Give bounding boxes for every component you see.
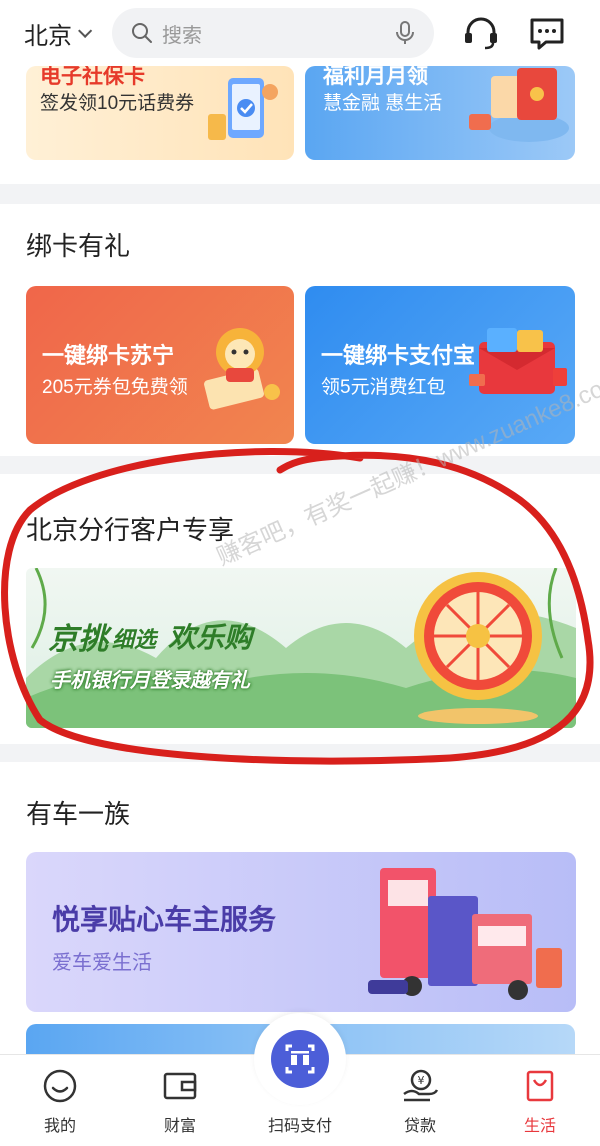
wallet-icon [160,1066,200,1106]
lion-mascot-icon [204,328,280,410]
search-bar[interactable]: 搜索 [112,8,434,58]
city-label: 北京 [24,22,72,50]
banner-title: 悦享贴心车主服务 [52,904,277,935]
tab-label: 生活 [523,1118,556,1135]
bind-suning-card[interactable]: 一键绑卡苏宁 205元券包免费领 [26,286,294,444]
tab-scan-pay[interactable]: 扫码支付 [240,1013,360,1146]
top-banner-section: 电子社保卡 签发领10元话费券 福利月月领 慧金融 惠生活 [0,66,600,184]
message-icon[interactable] [528,14,566,52]
svg-text:¥: ¥ [418,1074,425,1087]
social-security-card-banner[interactable]: 电子社保卡 签发领10元话费券 [26,66,294,160]
search-icon [132,23,152,43]
tab-label: 我的 [43,1118,76,1135]
red-envelope-illustration-icon [469,328,567,394]
bottom-tab-bar: 我的 财富 扫码支付 ¥ 贷款 生活 [0,1013,600,1146]
tab-label: 贷款 [403,1118,436,1135]
bind-card-section: 绑卡有礼 一键绑卡苏宁 205元券包免费领 一键绑卡支付宝 领5元消费红包 [0,204,600,456]
microphone-icon[interactable] [394,20,416,46]
red-envelope-illustration-icon [469,68,569,142]
banner-subtitle: 慧金融 惠生活 [323,93,443,114]
banner-title: 福利月月领 [323,66,428,88]
tab-mine[interactable]: 我的 [0,1055,120,1146]
banner-title: 电子社保卡 [40,66,145,88]
search-placeholder: 搜索 [162,24,202,47]
card-subtitle: 205元券包免费领 [42,377,188,398]
car-owner-service-banner[interactable]: 悦享贴心车主服务 爱车爱生活 [26,852,576,1012]
card-subtitle: 领5元消费红包 [321,377,446,398]
scan-button[interactable] [254,1013,346,1105]
phone-illustration-icon [208,78,278,140]
monthly-benefit-banner[interactable]: 福利月月领 慧金融 惠生活 [305,66,575,160]
shopping-bag-icon [520,1066,560,1106]
car-service-illustration-icon [368,868,562,1000]
tab-life[interactable]: 生活 [480,1055,600,1146]
section-title: 绑卡有礼 [26,231,131,261]
card-title: 一键绑卡支付宝 [321,343,476,368]
card-title: 一键绑卡苏宁 [42,343,175,368]
tab-loan[interactable]: ¥ 贷款 [360,1055,480,1146]
section-title: 有车一族 [26,799,131,829]
app-screen: 北京 搜索 电子社保卡 签发领10元话费券 福利月月领 慧金融 惠生活 绑卡有礼… [0,0,600,1146]
tab-label: 扫码支付 [267,1118,332,1135]
city-selector[interactable]: 北京 [24,16,93,51]
annotation-circle-icon [1,448,594,765]
tab-label: 财富 [163,1118,196,1135]
top-header: 北京 搜索 [0,0,600,66]
banner-subtitle: 签发领10元话费券 [40,93,195,114]
banner-subtitle: 爱车爱生活 [52,952,152,974]
tab-wealth[interactable]: 财富 [120,1055,240,1146]
scan-icon [271,1030,329,1088]
customer-service-icon[interactable] [462,14,500,52]
bind-alipay-card[interactable]: 一键绑卡支付宝 领5元消费红包 [305,286,575,444]
chevron-down-icon [78,23,93,38]
loan-icon: ¥ [400,1066,440,1106]
smile-icon [40,1066,80,1106]
